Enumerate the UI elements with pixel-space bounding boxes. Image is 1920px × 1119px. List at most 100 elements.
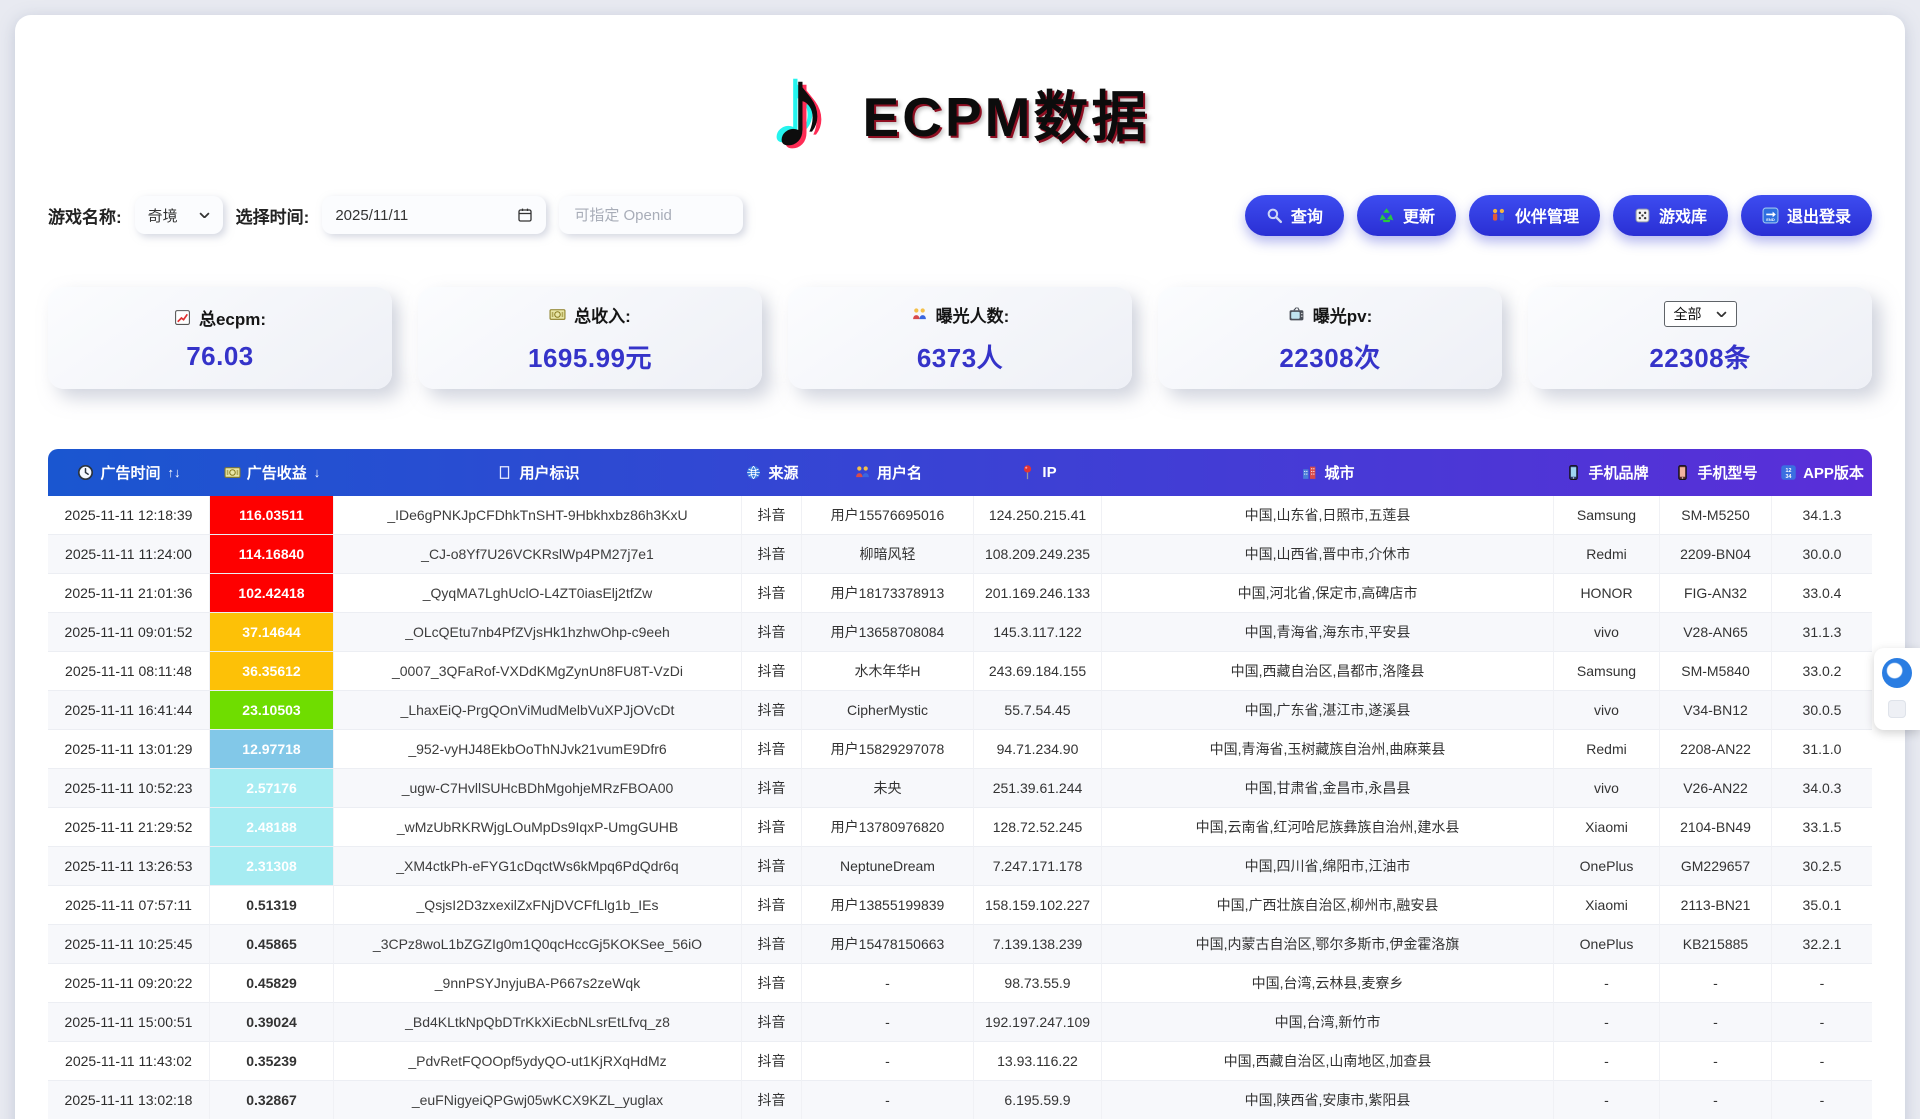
cell-username: - xyxy=(802,1081,974,1119)
column-header-openid: 用户标识 xyxy=(334,449,742,496)
column-label: 广告收益 xyxy=(247,462,307,483)
cell-revenue: 114.16840 xyxy=(210,535,334,574)
cell-openid: _euFNigyeiQPGwj05wKCX9KZL_yuglax xyxy=(334,1081,742,1119)
cell-brand: Xiaomi xyxy=(1554,886,1660,925)
game-select[interactable]: 奇境 xyxy=(135,196,223,234)
table-header-row: 广告时间↑↓广告收益↓用户标识来源用户名IP城市手机品牌手机型号1234APP版… xyxy=(48,449,1872,496)
column-header-revenue[interactable]: 广告收益↓ xyxy=(210,449,334,496)
partners-icon xyxy=(1490,207,1507,224)
cell-revenue: 2.31308 xyxy=(210,847,334,886)
cell-username: 用户15576695016 xyxy=(802,496,974,535)
openid-input[interactable] xyxy=(572,206,730,225)
cell-openid: _3CPz8woL1bZGZIg0m1Q0qcHccGj5KOKSee_56iO xyxy=(334,925,742,964)
query-button[interactable]: 查询 xyxy=(1245,195,1344,236)
cell-time: 2025-11-11 10:52:23 xyxy=(48,769,210,808)
cell-ip: 55.7.54.45 xyxy=(974,691,1102,730)
cell-version: 33.0.4 xyxy=(1772,574,1872,613)
column-label: APP版本 xyxy=(1803,462,1864,483)
cell-brand: vivo xyxy=(1554,691,1660,730)
date-value: 2025/11/11 xyxy=(335,207,408,224)
update-button[interactable]: 更新 xyxy=(1357,195,1456,236)
cell-time: 2025-11-11 07:57:11 xyxy=(48,886,210,925)
cell-revenue: 12.97718 xyxy=(210,730,334,769)
cell-model: V34-BN12 xyxy=(1660,691,1772,730)
cell-username: 用户15478150663 xyxy=(802,925,974,964)
page-title: ECPM数据 xyxy=(863,57,1150,177)
cell-time: 2025-11-11 08:11:48 xyxy=(48,652,210,691)
cell-model: KB215885 xyxy=(1660,925,1772,964)
cell-brand: - xyxy=(1554,964,1660,1003)
cell-version: 33.0.2 xyxy=(1772,652,1872,691)
cell-model: GM229657 xyxy=(1660,847,1772,886)
game-library-button[interactable]: 游戏库 xyxy=(1613,195,1728,236)
partner-management-button[interactable]: 伙伴管理 xyxy=(1469,195,1600,236)
column-header-time[interactable]: 广告时间↑↓ xyxy=(48,449,210,496)
table-row: 2025-11-11 07:57:110.51319_QsjsI2D3zxexi… xyxy=(48,886,1872,925)
cell-city: 中国,山西省,晋中市,介休市 xyxy=(1102,535,1554,574)
stat-label-text: 总收入: xyxy=(574,302,631,327)
cell-ip: 94.71.234.90 xyxy=(974,730,1102,769)
cell-username: 用户13855199839 xyxy=(802,886,974,925)
filter-bar: 游戏名称: 奇境 选择时间: 2025/11/11 查询更新伙伴管理游戏库END… xyxy=(48,191,1872,239)
cell-time: 2025-11-11 16:41:44 xyxy=(48,691,210,730)
column-header-version: 1234APP版本 xyxy=(1772,449,1872,496)
record-filter-select[interactable]: 全部 xyxy=(1664,301,1737,327)
cell-model: SM-M5840 xyxy=(1660,652,1772,691)
cell-model: SM-M5250 xyxy=(1660,496,1772,535)
cell-source: 抖音 xyxy=(742,1003,802,1042)
stat-card-exposure-pv: 曝光pv:22308次 xyxy=(1158,287,1502,389)
cell-ip: 7.247.171.178 xyxy=(974,847,1102,886)
cell-username: - xyxy=(802,964,974,1003)
stat-label: 总ecpm: xyxy=(174,305,266,330)
money-icon xyxy=(549,306,566,323)
cell-city: 中国,台湾,云林县,麦寮乡 xyxy=(1102,964,1554,1003)
column-header-model: 手机型号 xyxy=(1660,449,1772,496)
cell-model: - xyxy=(1660,964,1772,1003)
phone-icon xyxy=(1565,464,1582,481)
sort-arrows-icon: ↑↓ xyxy=(168,465,181,480)
people-icon xyxy=(854,464,871,481)
button-label: 退出登录 xyxy=(1787,203,1851,227)
cell-revenue: 0.35239 xyxy=(210,1042,334,1081)
cell-username: 水木年华H xyxy=(802,652,974,691)
cell-username: 用户13658708084 xyxy=(802,613,974,652)
button-label: 伙伴管理 xyxy=(1515,203,1579,227)
cell-brand: Samsung xyxy=(1554,496,1660,535)
cell-openid: _QsjsI2D3zxexilZxFNjDVCFfLlg1b_IEs xyxy=(334,886,742,925)
chevron-down-icon xyxy=(1716,311,1727,318)
table-row: 2025-11-11 11:24:00114.16840_CJ-o8Yf7U26… xyxy=(48,535,1872,574)
cell-source: 抖音 xyxy=(742,730,802,769)
date-picker[interactable]: 2025/11/11 xyxy=(322,196,546,234)
table-row: 2025-11-11 09:20:220.45829_9nnPSYJnyjuBA… xyxy=(48,964,1872,1003)
cell-model: - xyxy=(1660,1081,1772,1119)
cell-username: 用户13780976820 xyxy=(802,808,974,847)
widget-handle[interactable] xyxy=(1888,700,1906,718)
chart-icon xyxy=(174,309,191,326)
cell-revenue: 0.39024 xyxy=(210,1003,334,1042)
data-table-wrap: 广告时间↑↓广告收益↓用户标识来源用户名IP城市手机品牌手机型号1234APP版… xyxy=(48,449,1872,1119)
cell-username: 用户18173378913 xyxy=(802,574,974,613)
table-row: 2025-11-11 09:01:5237.14644_OLcQEtu7nb4P… xyxy=(48,613,1872,652)
assistant-bubble-icon[interactable] xyxy=(1882,658,1912,688)
cell-username: NeptuneDream xyxy=(802,847,974,886)
time-label: 选择时间: xyxy=(236,203,310,228)
cell-openid: _Bd4KLtkNpQbDTrKkXiEcbNLsrEtLfvq_z8 xyxy=(334,1003,742,1042)
stat-card-total-ecpm: 总ecpm:76.03 xyxy=(48,287,392,389)
cell-source: 抖音 xyxy=(742,808,802,847)
stat-card-exposure-users: 曝光人数:6373人 xyxy=(788,287,1132,389)
cell-revenue: 23.10503 xyxy=(210,691,334,730)
cell-source: 抖音 xyxy=(742,964,802,1003)
table-row: 2025-11-11 08:11:4836.35612_0007_3QFaRof… xyxy=(48,652,1872,691)
tv-icon xyxy=(1288,306,1305,323)
cell-brand: vivo xyxy=(1554,769,1660,808)
cell-openid: _XM4ctkPh-eFYG1cDqctWs6kMpq6PdQdr6q xyxy=(334,847,742,886)
logout-button[interactable]: END退出登录 xyxy=(1741,195,1872,236)
cell-username: 未央 xyxy=(802,769,974,808)
cell-brand: - xyxy=(1554,1003,1660,1042)
cell-source: 抖音 xyxy=(742,613,802,652)
column-header-city: 城市 xyxy=(1102,449,1554,496)
cell-openid: _LhaxEiQ-PrgQOnViMudMelbVuXPJjOVcDt xyxy=(334,691,742,730)
cell-time: 2025-11-11 13:02:18 xyxy=(48,1081,210,1119)
cell-time: 2025-11-11 10:25:45 xyxy=(48,925,210,964)
table-row: 2025-11-11 10:52:232.57176_ugw-C7HvllSUH… xyxy=(48,769,1872,808)
